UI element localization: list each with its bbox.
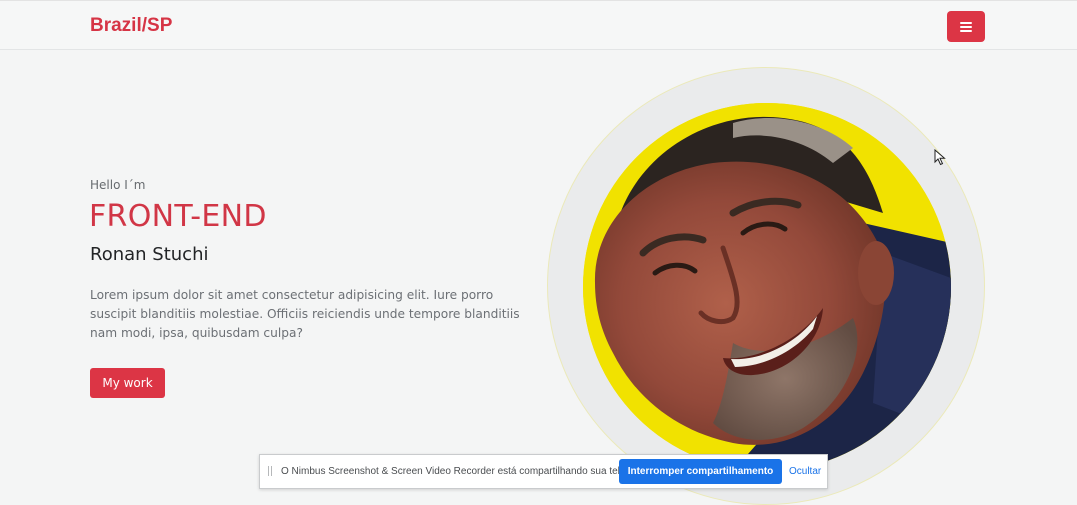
navbar: Brazil/SP xyxy=(0,0,1077,50)
stop-sharing-button[interactable]: Interromper compartilhamento xyxy=(619,459,782,484)
brand-link[interactable]: Brazil/SP xyxy=(90,15,172,37)
my-work-button[interactable]: My work xyxy=(90,368,165,398)
mouse-cursor-icon xyxy=(934,149,946,166)
hero-description: Lorem ipsum dolor sit amet consectetur a… xyxy=(90,288,520,340)
profile-photo xyxy=(583,103,951,471)
menu-toggle-button[interactable] xyxy=(947,11,985,42)
hero-greeting: Hello I´m xyxy=(90,178,146,192)
hero-role: FRONT-END xyxy=(89,199,267,234)
portrait-illustration xyxy=(583,103,951,471)
hide-link[interactable]: Ocultar xyxy=(789,465,821,479)
sharing-message: O Nimbus Screenshot & Screen Video Recor… xyxy=(281,466,629,477)
hero-name: Ronan Stuchi xyxy=(90,244,209,265)
drag-handle-icon[interactable] xyxy=(268,466,272,476)
screen-sharing-bar: O Nimbus Screenshot & Screen Video Recor… xyxy=(259,454,828,489)
hamburger-icon xyxy=(960,21,972,32)
